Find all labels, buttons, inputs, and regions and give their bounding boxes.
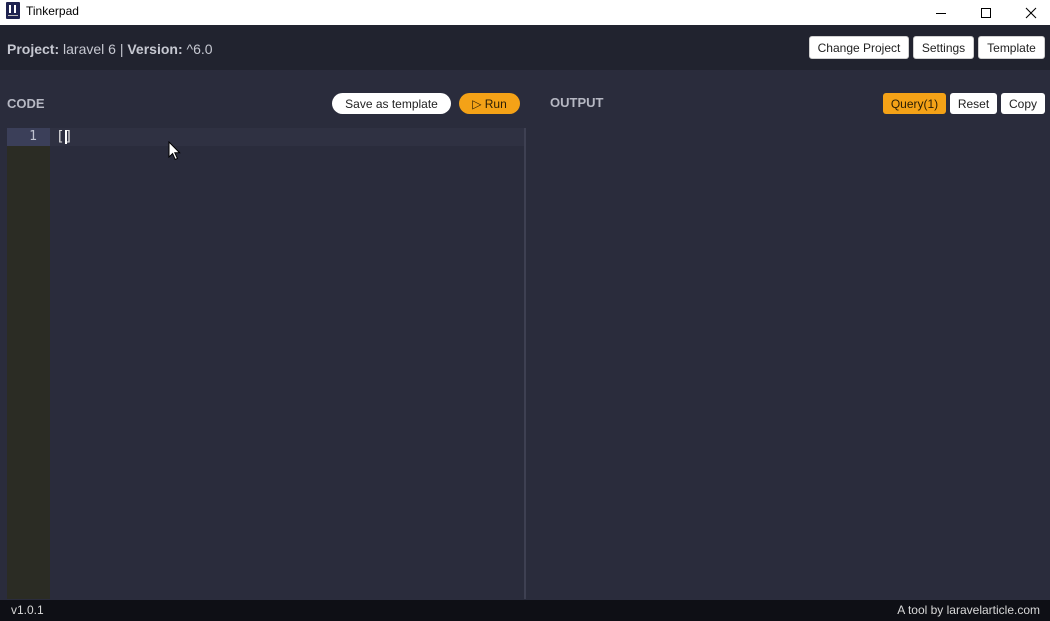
line-number: 1 [7,128,50,146]
copy-button[interactable]: Copy [1001,93,1045,114]
settings-button[interactable]: Settings [913,36,974,59]
window-title: Tinkerpad [26,4,79,18]
project-header: Project: laravel 6 | Version: ^6.0 Chang… [0,25,1050,70]
maximize-button[interactable] [963,0,1009,25]
template-button[interactable]: Template [978,36,1045,59]
code-panel-label: CODE [7,96,45,111]
tinkerpad-logo-icon [6,2,20,19]
app-version: v1.0.1 [11,603,44,617]
output-panel-label: OUTPUT [550,95,604,110]
project-info: Project: laravel 6 | Version: ^6.0 [7,41,213,57]
output-area [528,128,1045,599]
minimize-button[interactable] [918,0,964,25]
mouse-pointer-icon [168,141,181,161]
change-project-button[interactable]: Change Project [809,36,909,59]
panel-divider[interactable] [524,128,526,599]
text-caret [65,130,67,144]
credit-link[interactable]: A tool by laravelarticle.com [897,603,1040,617]
query-button[interactable]: Query(1) [883,93,946,114]
project-separator: | [119,41,124,57]
version-value: ^6.0 [186,41,213,57]
minimize-icon [936,12,946,14]
version-label: Version: [127,41,183,57]
reset-button[interactable]: Reset [950,93,997,114]
status-bar: v1.0.1 A tool by laravelarticle.com [0,600,1050,621]
title-bar: Tinkerpad [0,0,1050,25]
close-button[interactable] [1008,0,1050,25]
maximize-icon [981,7,991,18]
project-name: laravel 6 [63,41,116,57]
run-button[interactable]: ▷ Run [459,93,520,114]
save-as-template-button[interactable]: Save as template [332,93,451,114]
editor-gutter [7,128,50,599]
project-label: Project: [7,41,60,57]
active-line-highlight [50,128,524,146]
close-icon [1025,7,1037,18]
